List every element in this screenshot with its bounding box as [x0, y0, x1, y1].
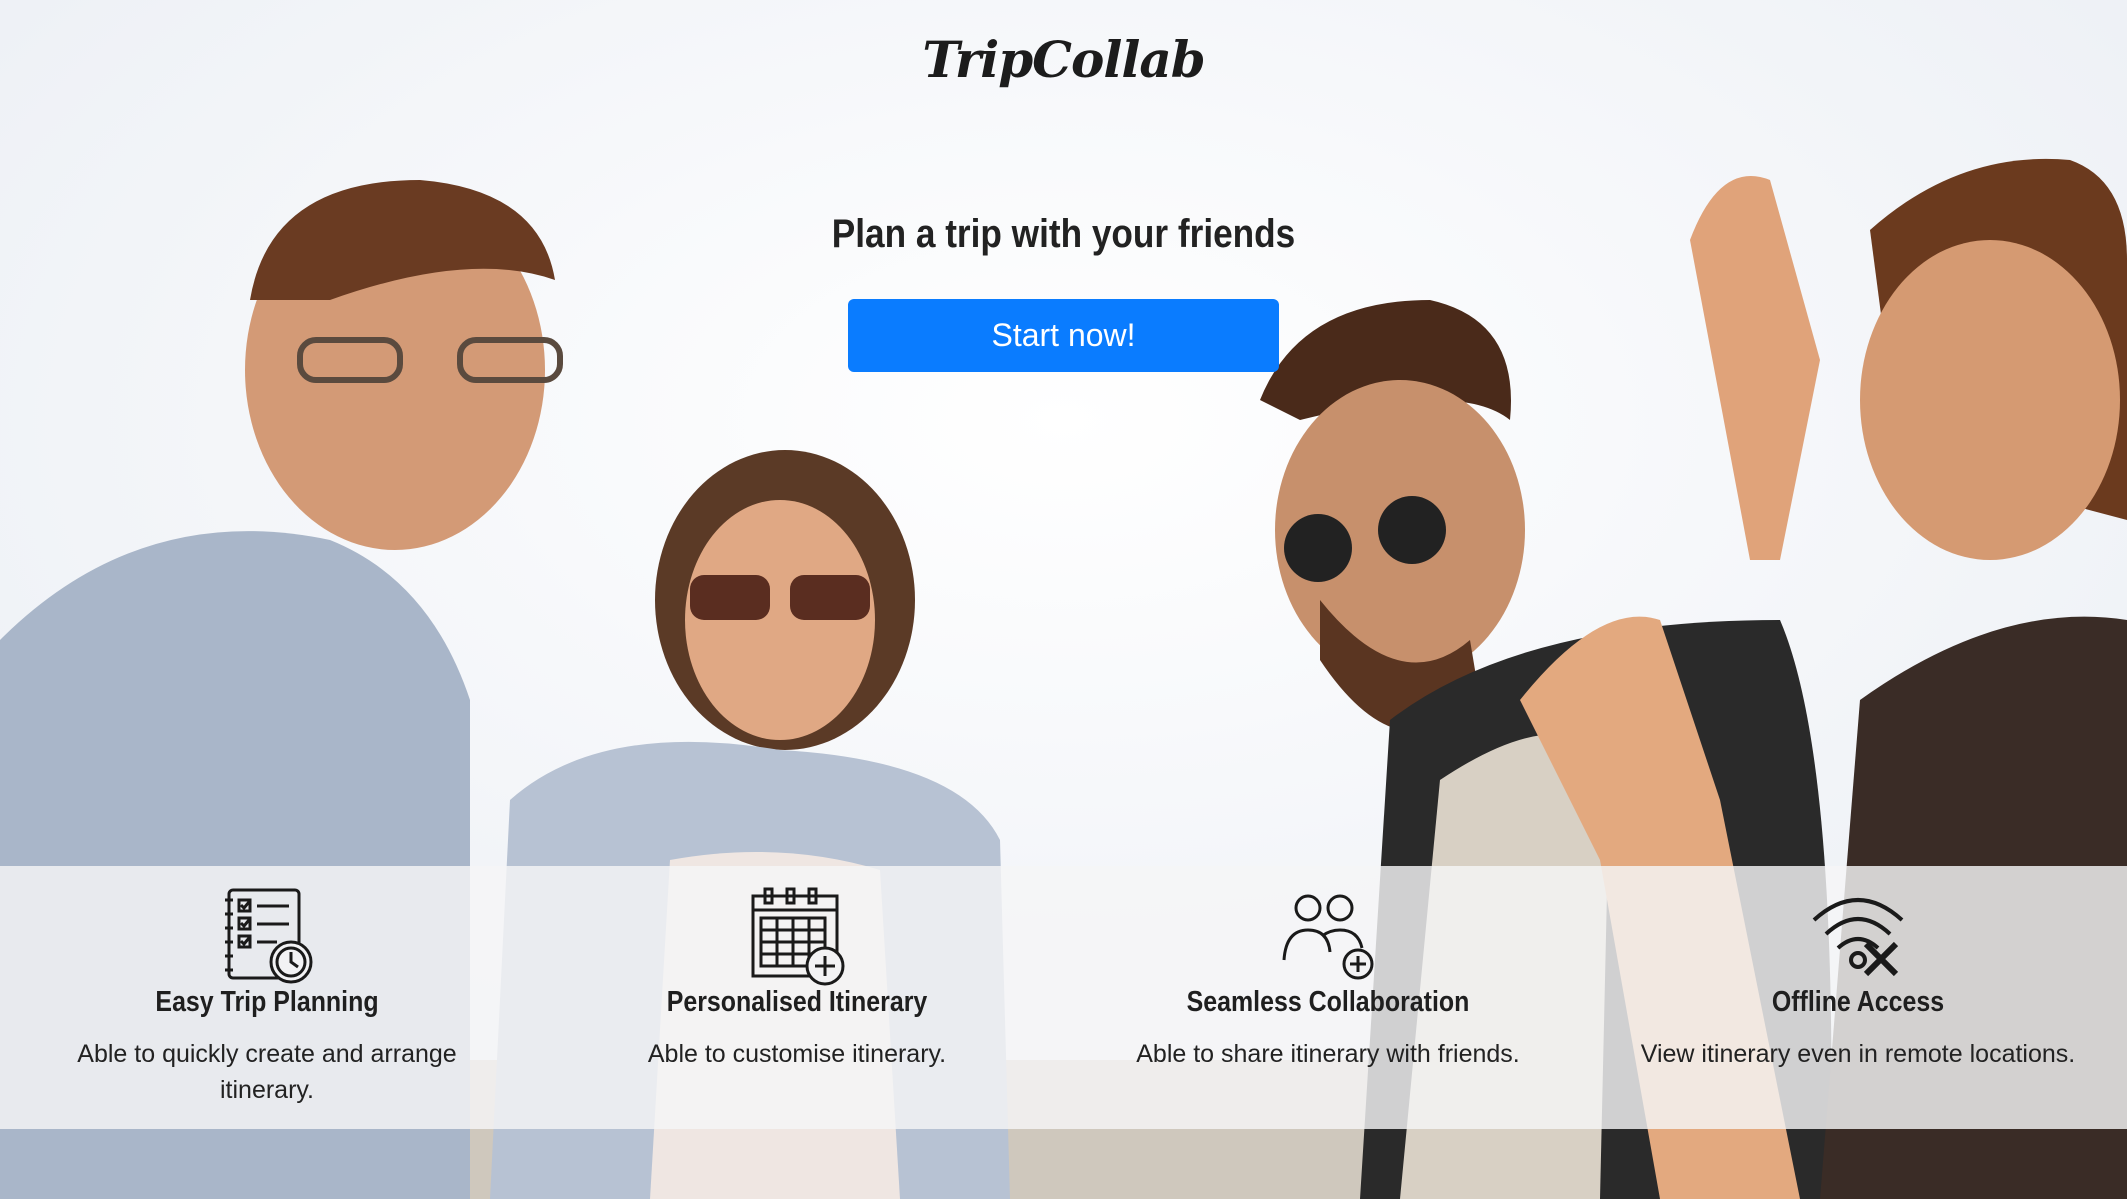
- feature-personalised-itinerary: Personalised Itinerary Able to customise…: [557, 866, 1037, 1129]
- feature-title: Seamless Collaboration: [1186, 986, 1470, 1018]
- feature-description: View itinerary even in remote locations.: [1640, 1040, 2076, 1068]
- feature-seamless-collaboration: Seamless Collaboration Able to share iti…: [1088, 866, 1568, 1129]
- brand-logo[interactable]: TripCollab: [0, 30, 2127, 89]
- hero-headline: Plan a trip with your friends: [831, 212, 1296, 256]
- feature-title: Easy Trip Planning: [155, 986, 379, 1018]
- calendar-add-icon: [747, 886, 847, 990]
- feature-offline-access: Offline Access View itinerary even in re…: [1618, 866, 2098, 1129]
- feature-title: Personalised Itinerary: [666, 986, 928, 1018]
- wifi-off-icon: [1808, 886, 1908, 990]
- start-now-button[interactable]: Start now!: [848, 299, 1279, 372]
- feature-description: Able to quickly create and arrange itine…: [77, 1040, 457, 1104]
- checklist-clock-icon: [217, 886, 317, 990]
- feature-description: Able to customise itinerary.: [647, 1040, 947, 1068]
- feature-description: Able to share itinerary with friends.: [1136, 1040, 1520, 1068]
- features-bar: Easy Trip Planning Able to quickly creat…: [0, 866, 2127, 1129]
- feature-easy-trip-planning: Easy Trip Planning Able to quickly creat…: [27, 866, 507, 1129]
- feature-title: Offline Access: [1771, 986, 1945, 1018]
- users-add-icon: [1278, 886, 1378, 990]
